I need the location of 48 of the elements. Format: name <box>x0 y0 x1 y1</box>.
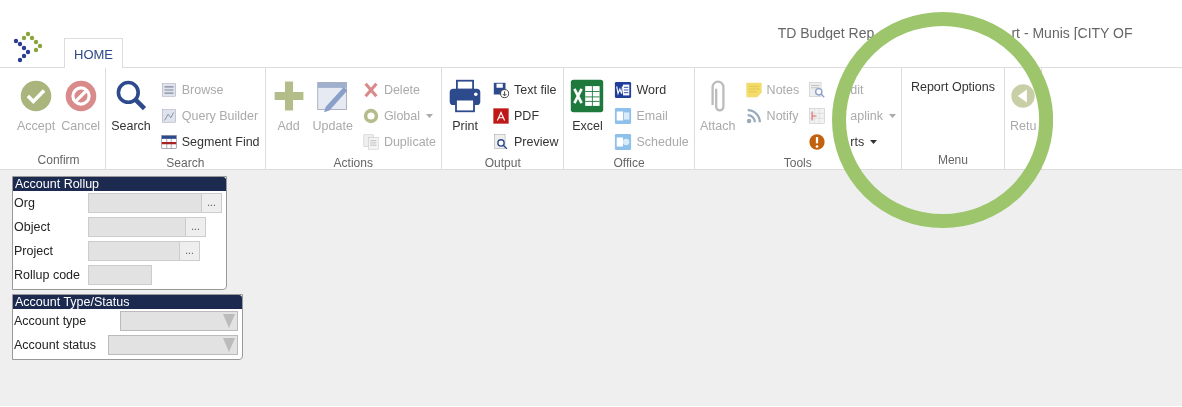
ribbon-button[interactable]: Print <box>445 78 485 136</box>
group-label: Office <box>612 155 646 172</box>
ribbon-button[interactable]: Segment Find <box>157 130 262 154</box>
panel-title: Account Type/Status <box>13 295 242 309</box>
pdf-icon <box>492 107 510 125</box>
menu-button[interactable]: Report Options <box>904 78 1001 97</box>
ribbon-button[interactable]: PDF <box>490 104 561 128</box>
preview-icon <box>492 133 510 151</box>
back-icon <box>1010 83 1037 109</box>
field-label: Account type <box>14 312 87 330</box>
group-label: Tools <box>782 155 813 172</box>
ribbon-button[interactable]: Excel <box>567 78 608 136</box>
grid-icon <box>808 107 827 125</box>
field-label: Org <box>14 194 35 212</box>
chart-icon <box>159 107 178 125</box>
caret-icon <box>223 338 235 352</box>
printer-icon <box>447 78 483 114</box>
field-label: Project <box>14 242 53 260</box>
calendar-icon <box>614 133 633 151</box>
save-icon <box>492 81 510 99</box>
rss-icon <box>744 107 763 125</box>
ribbon-button[interactable]: Preview <box>490 130 561 154</box>
copy-icon <box>361 133 380 151</box>
ribbon-button[interactable]: Word <box>612 78 691 102</box>
panel-title: Account Rollup <box>13 177 226 191</box>
field-label: Rollup code <box>14 266 80 284</box>
list-icon <box>159 81 178 99</box>
group-label: Search <box>165 155 206 172</box>
group-label: Actions <box>332 155 374 172</box>
group-label: Confirm <box>36 152 81 169</box>
alert-icon <box>808 133 827 151</box>
spreadsheet-icon <box>569 78 606 114</box>
ring-icon <box>361 107 380 125</box>
group-label: Output <box>483 155 522 172</box>
ribbon-button[interactable]: Text file <box>490 78 561 102</box>
note-icon <box>744 81 763 99</box>
window-title: rt - Munis [CITY OF <box>1011 26 1133 40</box>
field-label: Object <box>14 218 51 236</box>
group-label: Menu <box>936 152 969 169</box>
ribbon-button[interactable]: Search <box>109 78 153 136</box>
table-icon <box>159 133 178 151</box>
document-icon <box>614 81 633 99</box>
ribbon-button[interactable]: rts <box>806 130 898 154</box>
audit-icon <box>808 81 827 99</box>
ribbon-tab[interactable]: HOME <box>64 37 123 68</box>
window-title: TD Budget Rep <box>777 26 875 40</box>
mail-icon <box>614 107 633 125</box>
field-label: Account status <box>14 336 96 354</box>
